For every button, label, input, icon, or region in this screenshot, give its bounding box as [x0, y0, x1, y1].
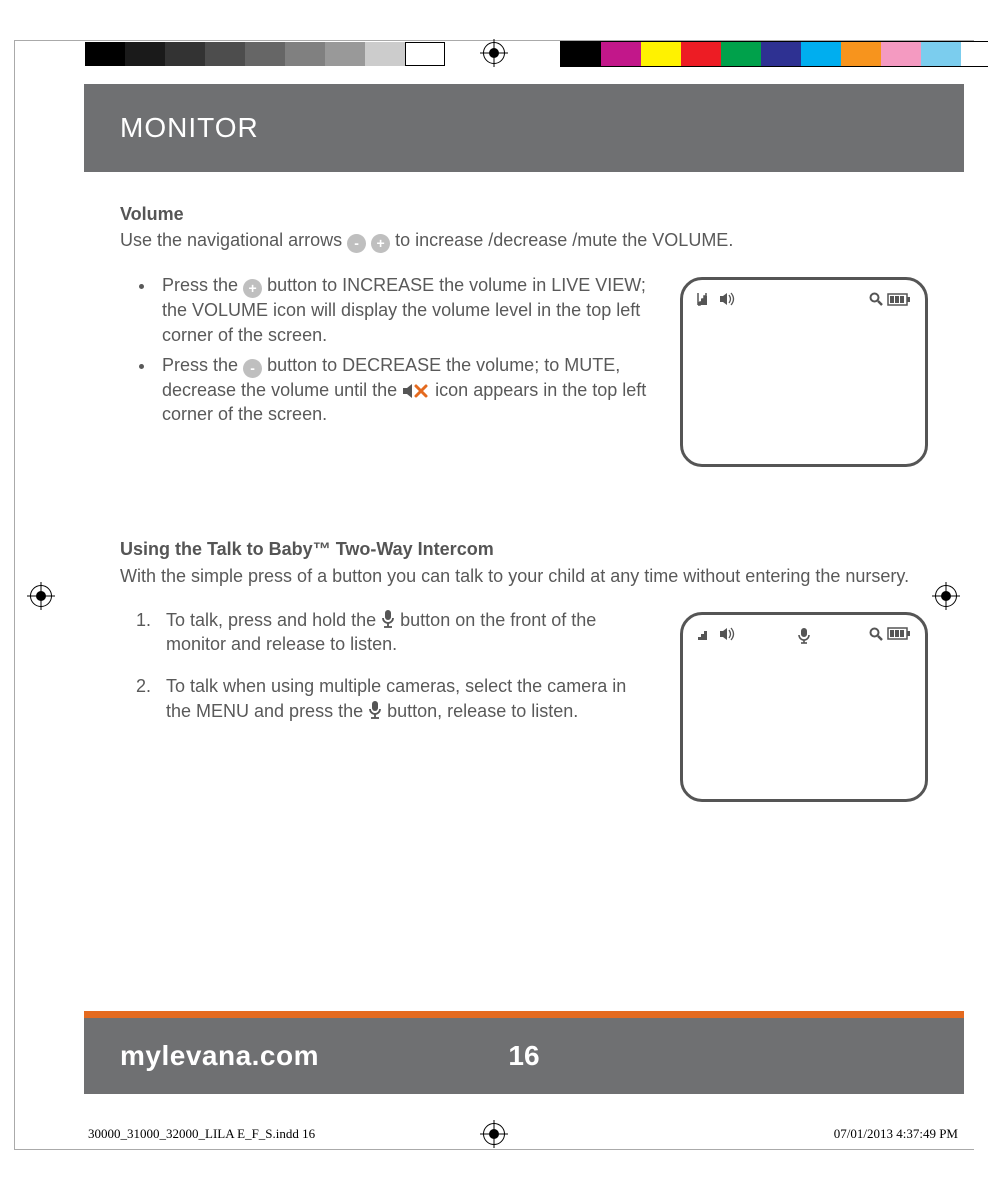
mute-icon	[402, 383, 430, 399]
plus-icon: +	[371, 234, 390, 253]
section-header: MONITOR	[84, 84, 964, 172]
microphone-icon	[381, 609, 395, 629]
signal-icon	[697, 627, 713, 641]
footer-site: mylevana.com	[120, 1040, 319, 1072]
volume-section: Volume Use the navigational arrows - + t…	[120, 202, 928, 467]
intercom-instruction-list: To talk, press and hold the button on th…	[120, 608, 656, 723]
microphone-icon	[798, 627, 810, 645]
printer-color-bars	[0, 40, 988, 68]
registration-mark-icon	[30, 585, 52, 607]
print-slug: 30000_31000_32000_LILA E_F_S.indd 16 07/…	[88, 1126, 958, 1142]
manual-page: MONITOR Volume Use the navigational arro…	[84, 84, 964, 1114]
battery-icon	[887, 627, 911, 640]
signal-icon	[697, 292, 713, 306]
section-title: MONITOR	[120, 112, 259, 143]
list-item: To talk when using multiple cameras, sel…	[156, 674, 656, 723]
speaker-icon	[719, 627, 735, 641]
battery-icon	[887, 293, 911, 306]
list-item: Press the + button to INCREASE the volum…	[156, 273, 656, 347]
list-item: To talk, press and hold the button on th…	[156, 608, 656, 657]
microphone-icon	[368, 700, 382, 720]
volume-instruction-list: Press the + button to INCREASE the volum…	[120, 273, 656, 426]
list-item: Press the - button to DECREASE the volum…	[156, 353, 656, 427]
slug-file: 30000_31000_32000_LILA E_F_S.indd 16	[88, 1126, 315, 1142]
accent-rule	[84, 1011, 964, 1018]
volume-intro: Use the navigational arrows - + to incre…	[120, 228, 928, 253]
intercom-intro: With the simple press of a button you ca…	[120, 564, 928, 588]
zoom-icon	[869, 627, 883, 641]
page-number: 16	[508, 1040, 539, 1072]
page-footer: mylevana.com 16	[84, 1018, 964, 1094]
volume-heading: Volume	[120, 202, 928, 226]
zoom-icon	[869, 292, 883, 306]
plus-icon: +	[243, 279, 262, 298]
slug-timestamp: 07/01/2013 4:37:49 PM	[834, 1126, 958, 1142]
minus-icon: -	[347, 234, 366, 253]
monitor-screen-illustration	[680, 277, 928, 467]
intercom-section: Using the Talk to Baby™ Two-Way Intercom…	[120, 537, 928, 802]
monitor-screen-illustration	[680, 612, 928, 802]
speaker-icon	[719, 292, 735, 306]
minus-icon: -	[243, 359, 262, 378]
intercom-heading: Using the Talk to Baby™ Two-Way Intercom	[120, 537, 928, 561]
